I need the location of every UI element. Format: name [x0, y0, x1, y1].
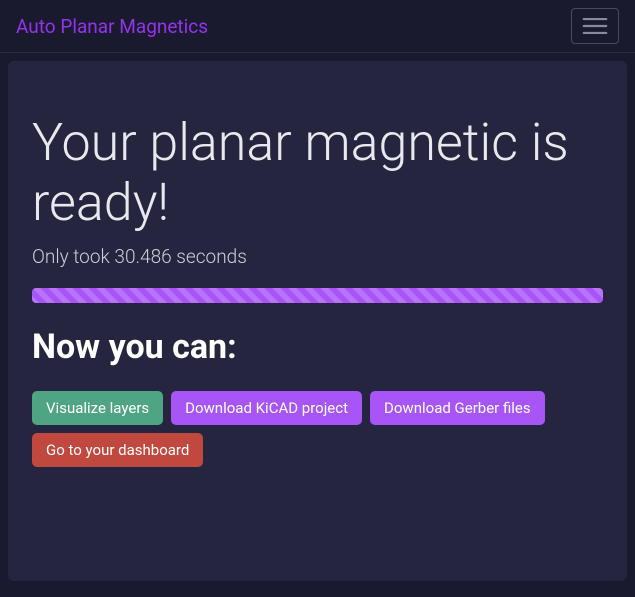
hamburger-menu-button[interactable]	[571, 8, 619, 44]
visualize-layers-button[interactable]: Visualize layers	[32, 391, 163, 425]
section-title: Now you can:	[32, 327, 603, 367]
main-card: Your planar magnetic is ready! Only took…	[8, 61, 627, 581]
page-title: Your planar magnetic is ready!	[32, 113, 603, 233]
brand-link[interactable]: Auto Planar Magnetics	[16, 15, 208, 38]
navbar: Auto Planar Magnetics	[0, 0, 635, 53]
subtitle: Only took 30.486 seconds	[32, 245, 603, 268]
download-gerber-button[interactable]: Download Gerber files	[370, 391, 545, 425]
hamburger-icon	[582, 15, 608, 37]
progress-bar	[32, 288, 603, 303]
dashboard-button[interactable]: Go to your dashboard	[32, 433, 203, 467]
download-kicad-button[interactable]: Download KiCAD project	[171, 391, 362, 425]
button-row: Visualize layers Download KiCAD project …	[32, 391, 603, 467]
